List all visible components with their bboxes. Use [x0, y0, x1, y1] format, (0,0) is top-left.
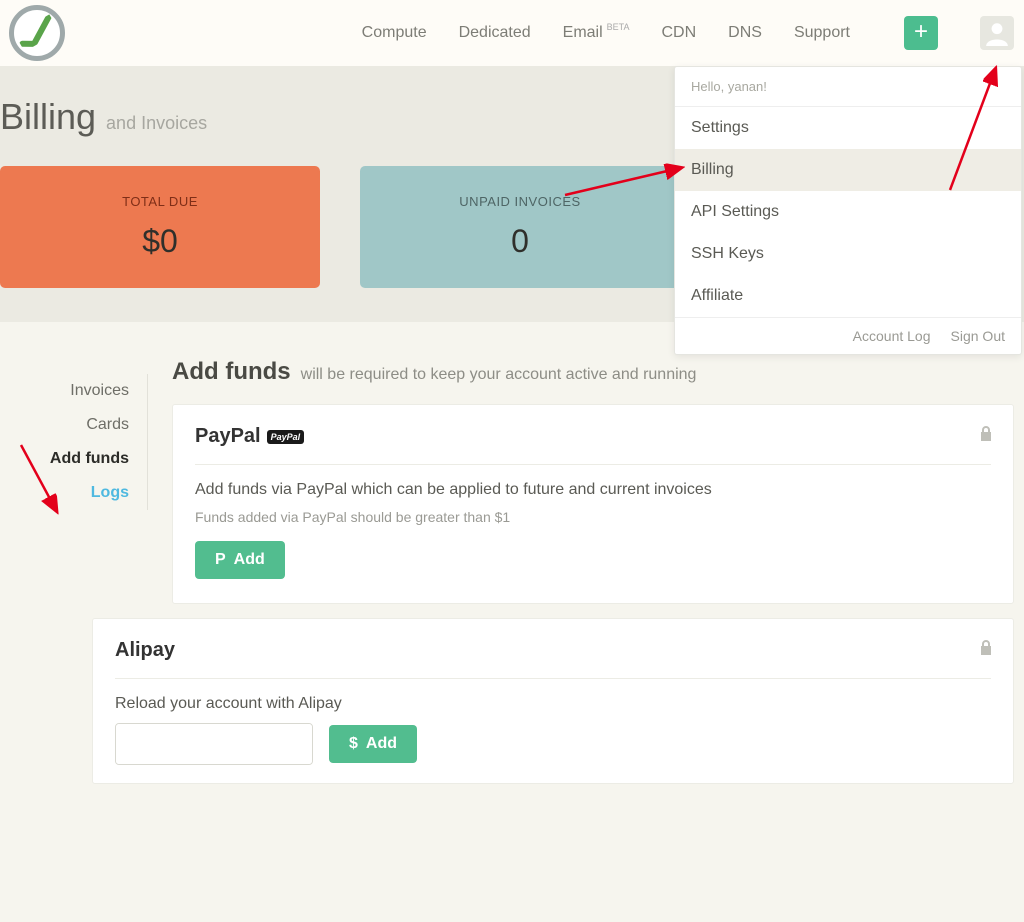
nav-dedicated[interactable]: Dedicated	[459, 24, 531, 42]
sidebar-tab-invoices[interactable]: Invoices	[0, 374, 129, 408]
stat-unpaid-label: UNPAID INVOICES	[459, 194, 580, 209]
top-navbar: Compute Dedicated EmailBETA CDN DNS Supp…	[0, 0, 1024, 66]
sidebar-tab-logs[interactable]: Logs	[0, 476, 129, 510]
alipay-panel: Alipay Reload your account with Alipay $…	[92, 618, 1014, 784]
dropdown-billing[interactable]: Billing	[675, 149, 1021, 191]
dollar-icon: $	[349, 735, 358, 753]
paypal-panel: PayPal PayPal Add funds via PayPal which…	[172, 404, 1014, 604]
nav-compute[interactable]: Compute	[362, 24, 427, 42]
lock-icon	[979, 425, 993, 446]
page-subtitle: and Invoices	[106, 113, 207, 134]
nav-dns[interactable]: DNS	[728, 24, 762, 42]
stat-total-due[interactable]: TOTAL DUE $0	[0, 166, 320, 288]
person-icon	[984, 20, 1010, 46]
alipay-title: Alipay	[115, 639, 175, 662]
logo[interactable]	[4, 0, 70, 66]
dropdown-settings[interactable]: Settings	[675, 107, 1021, 149]
add-button[interactable]: +	[904, 16, 938, 50]
dropdown-ssh-keys[interactable]: SSH Keys	[675, 233, 1021, 275]
paypal-badge-icon: PayPal	[267, 430, 305, 444]
paypal-note: Funds added via PayPal should be greater…	[195, 509, 991, 525]
page-title: Billing	[0, 96, 96, 138]
alipay-add-button[interactable]: $ Add	[329, 725, 417, 763]
stat-unpaid-invoices[interactable]: UNPAID INVOICES 0	[360, 166, 680, 288]
stat-total-due-value: $0	[142, 223, 178, 260]
content-area: Invoices Cards Add funds Logs Add funds …	[0, 322, 1024, 922]
stat-total-due-label: TOTAL DUE	[122, 194, 198, 209]
nav-email[interactable]: EmailBETA	[563, 24, 630, 42]
alipay-description: Reload your account with Alipay	[115, 695, 991, 713]
alipay-amount-input-group: $	[115, 723, 313, 765]
side-tabs: Invoices Cards Add funds Logs	[0, 374, 148, 510]
paypal-add-button[interactable]: P Add	[195, 541, 285, 579]
dropdown-api-settings[interactable]: API Settings	[675, 191, 1021, 233]
user-dropdown: Hello, yanan! Settings Billing API Setti…	[674, 66, 1022, 355]
sidebar-tab-add-funds[interactable]: Add funds	[0, 442, 129, 476]
alipay-amount-input[interactable]	[116, 724, 313, 764]
paypal-icon: P	[215, 551, 226, 569]
stat-unpaid-value: 0	[511, 223, 529, 260]
paypal-title: PayPal	[195, 425, 261, 448]
user-avatar[interactable]	[980, 16, 1014, 50]
section-subtitle: will be required to keep your account ac…	[301, 366, 697, 384]
nav-support[interactable]: Support	[794, 24, 850, 42]
sidebar-tab-cards[interactable]: Cards	[0, 408, 129, 442]
paypal-description: Add funds via PayPal which can be applie…	[195, 481, 991, 499]
dropdown-affiliate[interactable]: Affiliate	[675, 275, 1021, 317]
section-title: Add funds	[172, 358, 291, 386]
dropdown-sign-out[interactable]: Sign Out	[951, 328, 1005, 344]
nav-cdn[interactable]: CDN	[662, 24, 697, 42]
dropdown-greeting: Hello, yanan!	[675, 67, 1021, 107]
dropdown-account-log[interactable]: Account Log	[853, 328, 931, 344]
beta-badge: BETA	[607, 22, 630, 32]
lock-icon	[979, 639, 993, 660]
